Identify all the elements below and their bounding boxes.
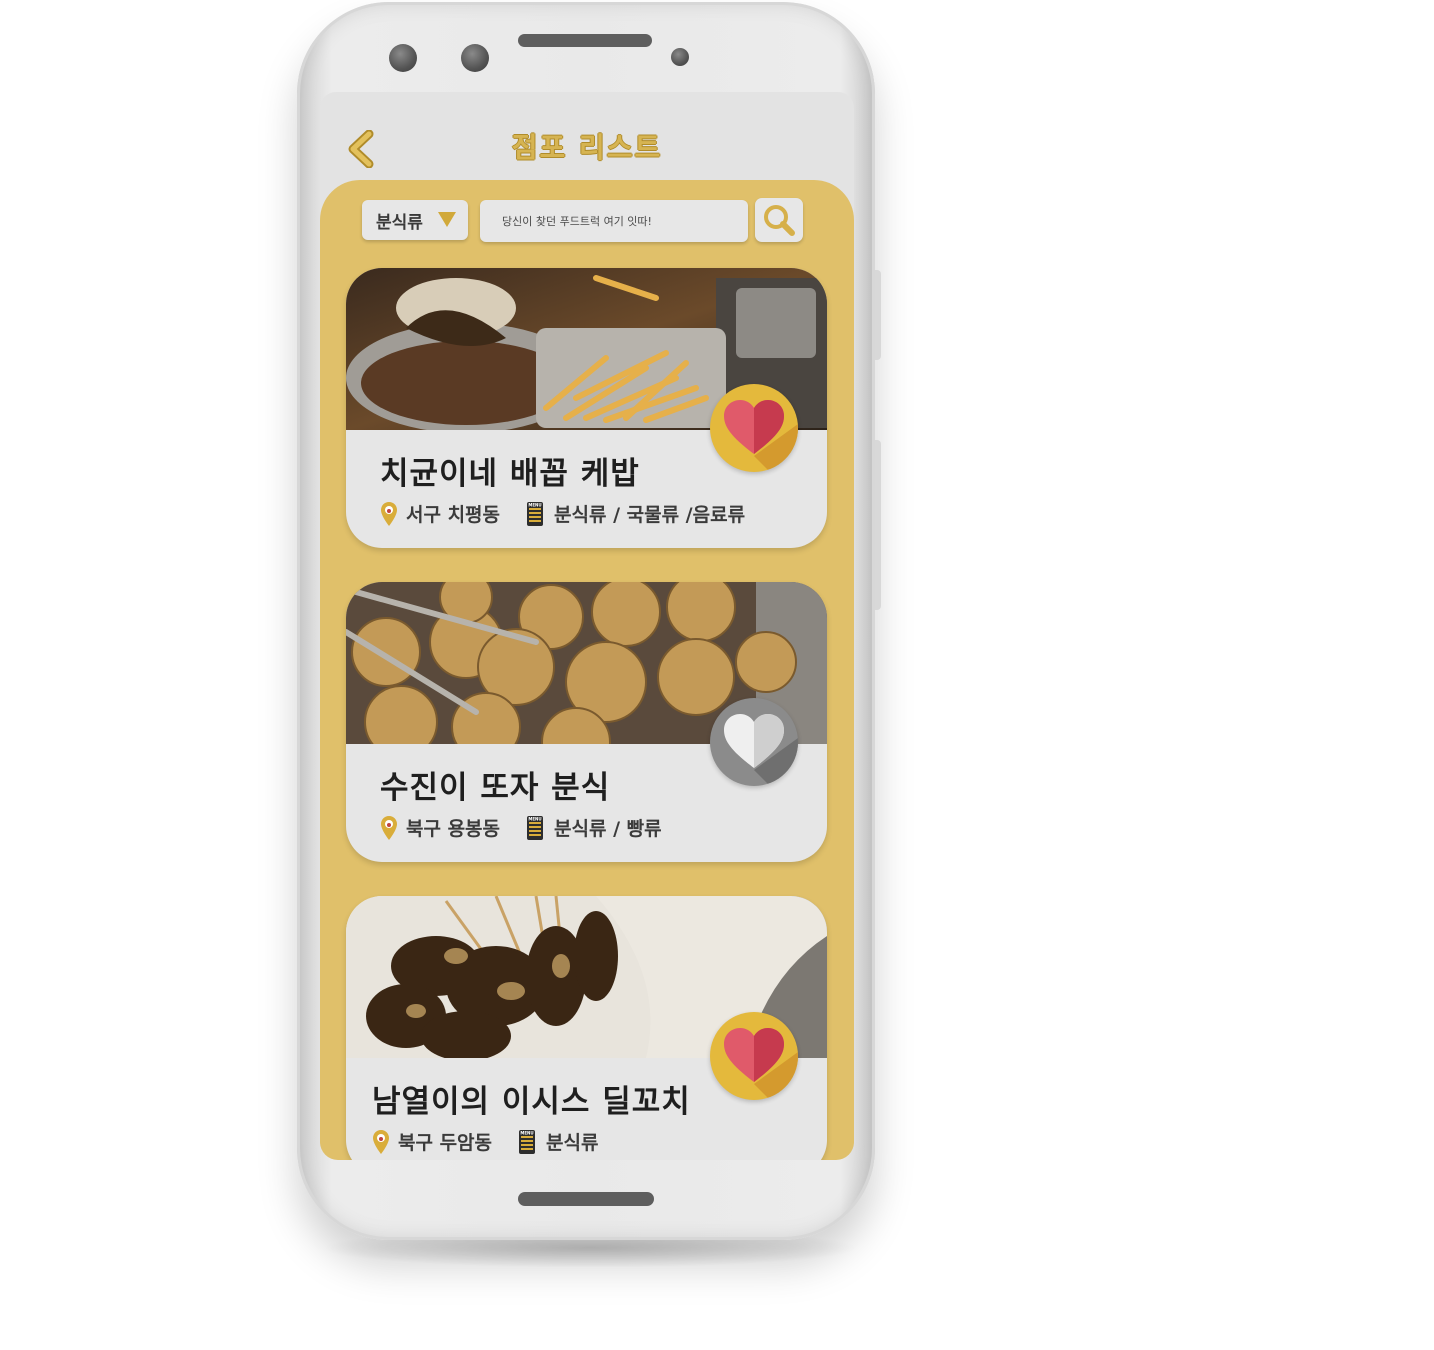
bottom-speaker bbox=[518, 1192, 654, 1206]
store-name: 남열이의 이시스 딜꼬치 bbox=[372, 1084, 691, 1120]
front-camera bbox=[389, 44, 417, 72]
category-selected-label: 분식류 bbox=[376, 212, 423, 233]
store-categories: 분식류 / 빵류 bbox=[554, 818, 662, 840]
heart-icon bbox=[724, 714, 798, 786]
menu-icon-text: MENU bbox=[528, 502, 541, 507]
search-input[interactable] bbox=[480, 200, 748, 242]
store-meta: 북구 용봉동 MENU 분식류 / 빵류 bbox=[380, 814, 662, 841]
store-meta: 북구 두암동 MENU 분식류 bbox=[372, 1128, 598, 1155]
search-button[interactable] bbox=[755, 198, 803, 242]
heart-icon bbox=[724, 1028, 798, 1100]
heart-icon bbox=[724, 400, 798, 472]
store-name: 수진이 또자 분식 bbox=[380, 770, 611, 806]
map-pin-icon bbox=[381, 501, 397, 526]
category-dropdown[interactable]: 분식류 bbox=[362, 200, 468, 240]
earpiece-speaker bbox=[518, 34, 652, 47]
front-sensor bbox=[461, 44, 489, 72]
menu-book-icon: MENU bbox=[527, 501, 544, 526]
store-name: 치균이네 배꼽 케밥 bbox=[380, 456, 640, 492]
page-title: 점포 리스트 bbox=[511, 131, 663, 164]
caret-down-icon bbox=[438, 212, 456, 227]
store-location: 북구 용봉동 bbox=[406, 818, 501, 840]
menu-icon-text: MENU bbox=[528, 816, 541, 821]
app-screen: 점포 리스트 분식류 당신이 찾던 푸드트럭 여기 잇따! 치균이네 배꼽 케밥… bbox=[320, 92, 854, 1160]
magnifier-icon bbox=[764, 205, 795, 236]
menu-icon-text: MENU bbox=[520, 1130, 533, 1135]
store-meta: 서구 치평동 MENU 분식류 / 국물류 /음료류 bbox=[380, 500, 745, 527]
menu-book-icon: MENU bbox=[519, 1129, 536, 1154]
map-pin-icon bbox=[373, 1129, 389, 1154]
store-location: 서구 치평동 bbox=[406, 504, 501, 526]
favorite-button[interactable] bbox=[710, 698, 798, 786]
favorite-button[interactable] bbox=[710, 384, 798, 472]
store-categories: 분식류 bbox=[546, 1132, 599, 1154]
favorite-button[interactable] bbox=[710, 1012, 798, 1100]
store-categories: 분식류 / 국물류 /음료류 bbox=[554, 504, 746, 526]
volume-button bbox=[875, 270, 881, 360]
map-pin-icon bbox=[381, 815, 397, 840]
menu-book-icon: MENU bbox=[527, 815, 544, 840]
power-button bbox=[875, 440, 881, 610]
proximity-sensor bbox=[671, 48, 689, 66]
store-location: 북구 두암동 bbox=[398, 1132, 493, 1154]
